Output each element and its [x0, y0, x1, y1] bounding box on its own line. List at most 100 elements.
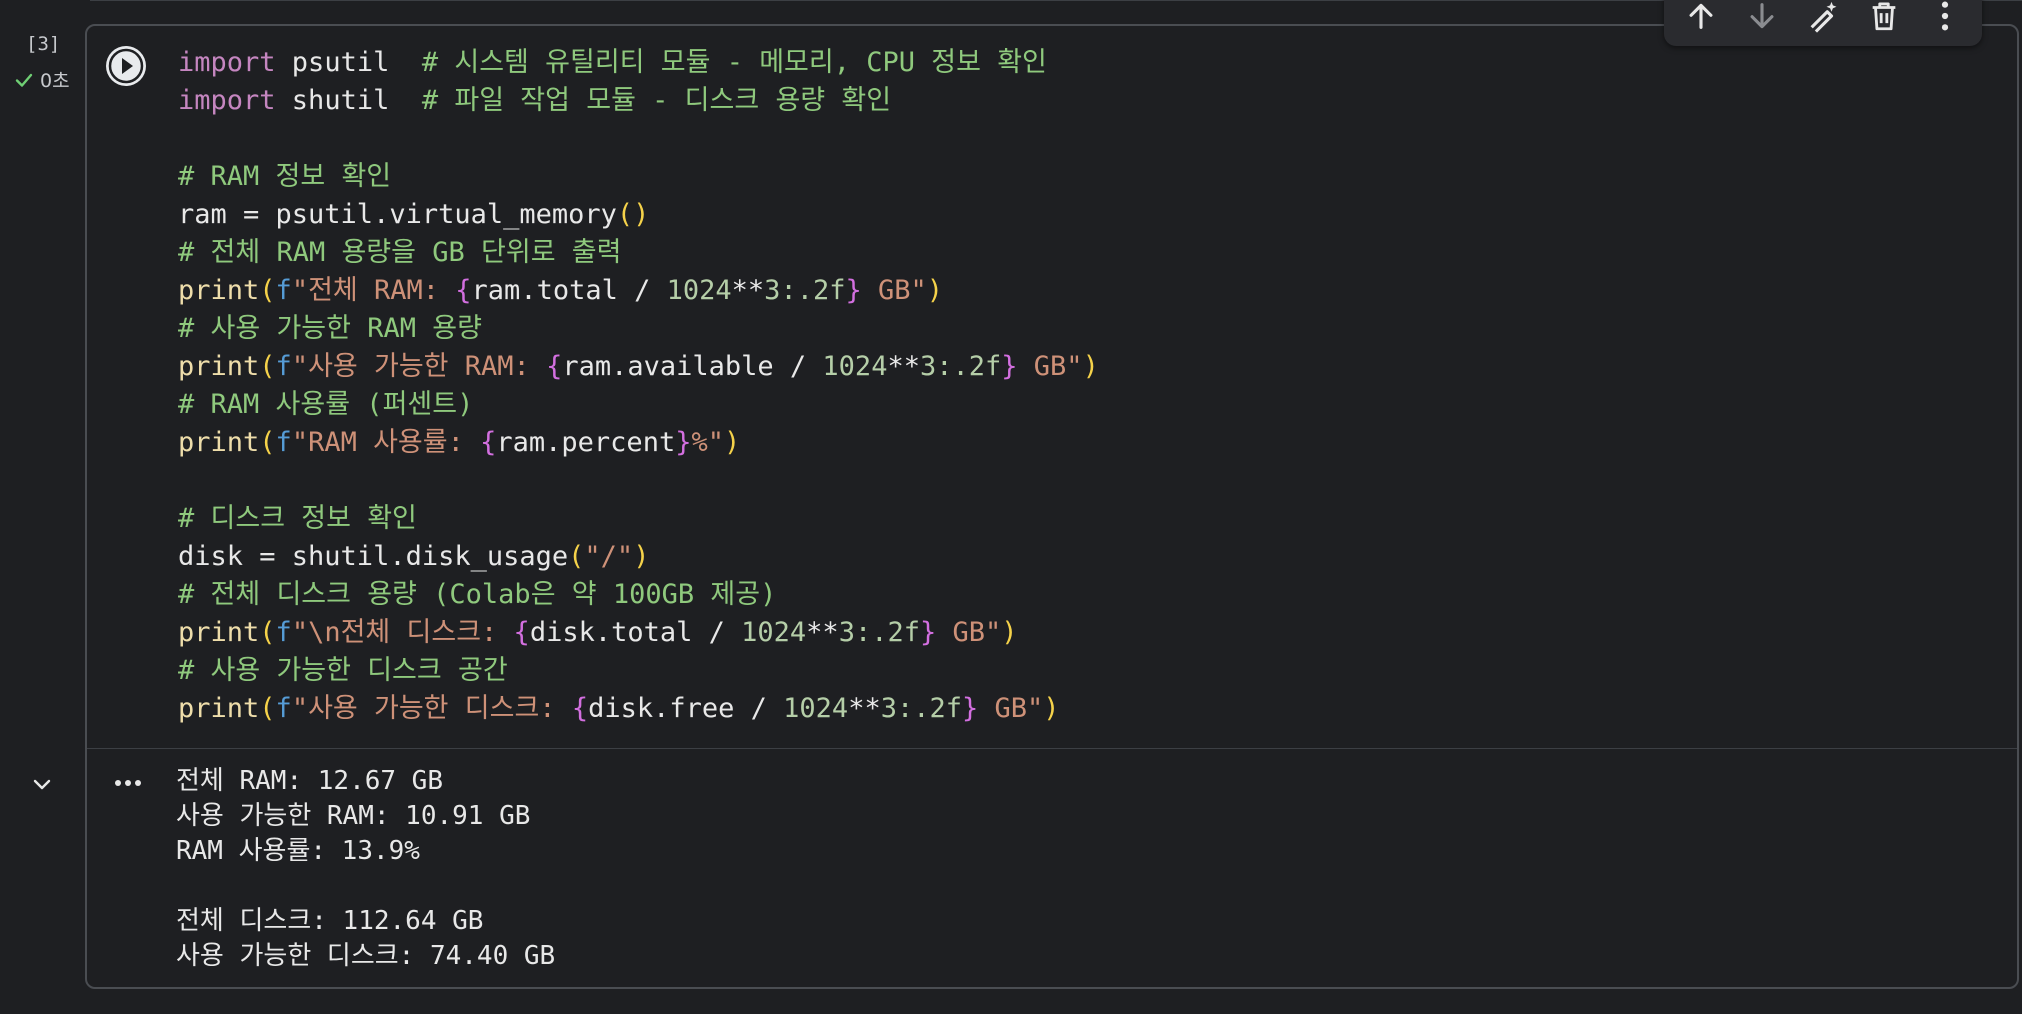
execution-time: 0초	[40, 70, 70, 92]
arrow-down-icon	[1750, 3, 1774, 29]
more-horiz-icon	[115, 780, 141, 786]
code-line: import shutil # 파일 작업 모듈 - 디스크 용량 확인	[178, 82, 1099, 120]
move-up-button[interactable]	[1677, 0, 1725, 40]
code-token: )	[1043, 693, 1060, 724]
output-actions-button[interactable]	[110, 768, 146, 798]
code-token: print	[178, 275, 260, 306]
magic-pen-icon	[1810, 1, 1837, 33]
code-token: (	[259, 427, 276, 458]
code-token: :.2f	[896, 693, 962, 724]
run-cell-button[interactable]	[106, 46, 146, 86]
code-token: f	[275, 693, 292, 724]
code-token: print	[178, 617, 260, 648]
code-token: "/"	[584, 541, 634, 572]
execution-status: 0초	[14, 66, 70, 93]
code-token: }	[1001, 351, 1018, 382]
code-token: )	[1001, 617, 1018, 648]
code-token: GB"	[1017, 351, 1083, 382]
more-options-button[interactable]	[1921, 0, 1969, 40]
code-token: 3	[919, 351, 937, 382]
code-token: # RAM 사용률 (퍼센트)	[178, 389, 474, 420]
code-token: GB"	[936, 617, 1002, 648]
code-line: # 전체 디스크 용량 (Colab은 약 100GB 제공)	[178, 576, 1099, 614]
code-token: )	[926, 275, 944, 306]
code-token: 1024	[741, 617, 807, 648]
code-token: # 파일 작업 모듈 - 디스크 용량 확인	[421, 85, 892, 116]
chevron-down-icon	[33, 779, 51, 790]
output-line: 사용 가능한 RAM: 10.91 GB	[176, 801, 531, 831]
code-token: print	[178, 427, 260, 458]
code-token: )	[633, 541, 650, 572]
code-token: }	[845, 275, 862, 306]
code-token: # 사용 가능한 RAM 용량	[178, 313, 482, 344]
code-token: **	[887, 351, 920, 382]
code-token: import	[178, 47, 276, 78]
code-token: # 시스템 유틸리티 모듈 - 메모리, CPU 정보 확인	[421, 47, 1047, 78]
cell-toolbar	[1664, 0, 1982, 46]
code-line: print(f"\n전체 디스크: {disk.total / 1024**3:…	[178, 614, 1099, 652]
code-token: psutil	[275, 47, 422, 78]
cell-output: 전체 RAM: 12.67 GB 사용 가능한 RAM: 10.91 GB RAM …	[176, 764, 555, 974]
code-token: {	[513, 617, 530, 648]
code-editor[interactable]: import psutil # 시스템 유틸리티 모듈 - 메모리, CPU 정…	[178, 44, 1099, 728]
code-line: print(f"RAM 사용률: {ram.percent}%")	[178, 424, 1099, 462]
code-token: ()	[616, 199, 650, 230]
code-token: :.2f	[936, 351, 1002, 382]
code-token: (	[259, 275, 276, 306]
collapse-output-button[interactable]	[28, 770, 56, 798]
execution-count: [3]	[26, 33, 61, 55]
code-token: GB"	[978, 693, 1044, 724]
code-token: 1024	[666, 275, 732, 306]
code-token: ram.percent	[496, 427, 676, 458]
code-token: (	[568, 541, 585, 572]
output-line: 전체 RAM: 12.67 GB	[176, 766, 443, 796]
code-token: "RAM 사용률:	[291, 427, 481, 458]
code-token: # 전체 RAM 용량을 GB 단위로 출력	[178, 237, 622, 268]
code-token: {	[455, 275, 472, 306]
code-token: # RAM 정보 확인	[178, 161, 392, 192]
code-token: "\n전체 디스크:	[291, 617, 514, 648]
code-token: ram.available /	[562, 351, 823, 382]
code-token: )	[1082, 351, 1099, 382]
code-token: }	[675, 427, 692, 458]
arrow-up-icon	[1689, 3, 1713, 29]
code-token: "사용 가능한 디스크:	[291, 693, 572, 724]
move-down-button[interactable]	[1738, 0, 1786, 40]
code-token: 3	[838, 617, 855, 648]
code-token: {	[571, 693, 589, 724]
code-token: ram = psutil.virtual_memory	[178, 199, 617, 230]
code-token: f	[275, 427, 292, 458]
code-line: # RAM 사용률 (퍼센트)	[178, 386, 1099, 424]
trash-icon	[1872, 2, 1896, 31]
code-token: ram.total /	[471, 275, 667, 306]
output-line: RAM 사용률: 13.9%	[176, 836, 420, 866]
notebook-page: [3] 0초 import psutil # 시스템 유틸리티 모듈 - 메모리…	[0, 0, 2022, 1014]
code-token: disk = shutil.disk_usage	[178, 541, 569, 572]
code-token: :.2f	[854, 617, 920, 648]
code-line: # 전체 RAM 용량을 GB 단위로 출력	[178, 234, 1099, 272]
check-icon	[14, 70, 34, 90]
code-line: # 디스크 정보 확인	[178, 500, 1099, 538]
play-icon	[107, 47, 145, 85]
code-token: f	[275, 351, 292, 382]
code-line: # 사용 가능한 RAM 용량	[178, 310, 1099, 348]
code-token: disk.free /	[588, 693, 784, 724]
edit-ai-button[interactable]	[1799, 0, 1847, 40]
code-token: GB"	[861, 275, 927, 306]
code-token: 3	[764, 275, 781, 306]
code-token: f	[275, 617, 292, 648]
code-token: (	[259, 693, 276, 724]
output-divider	[87, 748, 2017, 749]
code-token: **	[806, 617, 839, 648]
code-line: import psutil # 시스템 유틸리티 모듈 - 메모리, CPU 정…	[178, 44, 1099, 82]
code-token: 1024	[783, 693, 849, 724]
code-token: import	[178, 85, 276, 116]
code-token: # 디스크 정보 확인	[178, 503, 417, 534]
code-token: %"	[691, 427, 724, 458]
code-token: {	[546, 351, 563, 382]
delete-button[interactable]	[1860, 0, 1908, 40]
code-token: )	[723, 427, 741, 458]
